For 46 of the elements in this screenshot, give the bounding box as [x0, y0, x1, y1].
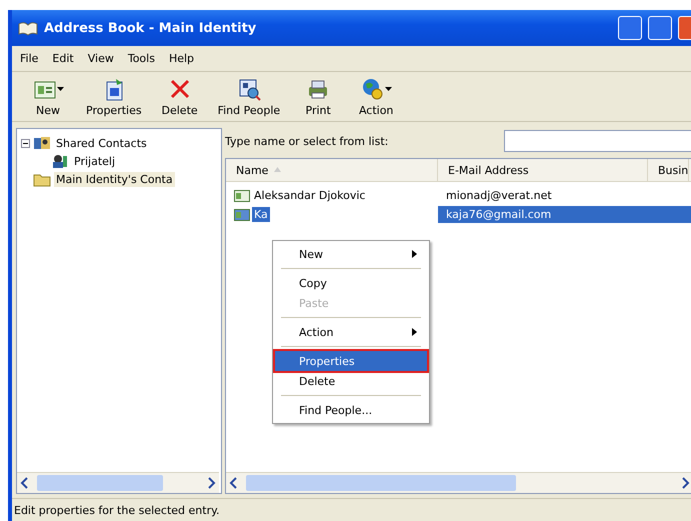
email-cell: kaja76@gmail.com [438, 206, 691, 223]
tree-item[interactable]: Main Identity's Conta [54, 172, 175, 186]
menu-item[interactable]: Edit [52, 52, 74, 65]
toolbar-button[interactable]: Find People [212, 77, 286, 117]
column-header[interactable]: Busin [648, 159, 690, 181]
sort-icon [274, 167, 282, 173]
menu-item[interactable]: New [275, 244, 427, 264]
group-icon [51, 153, 69, 169]
column-header[interactable]: E-Mail Address [438, 159, 648, 181]
menu-item[interactable]: Action [275, 322, 427, 342]
menu-item[interactable]: Copy [275, 273, 427, 293]
menu-item[interactable]: Help [168, 52, 194, 65]
horizontal-scrollbar[interactable] [226, 472, 691, 493]
horizontal-scrollbar[interactable] [17, 472, 219, 493]
menu-item[interactable]: View [88, 52, 114, 65]
menu-item[interactable]: Find People... [275, 400, 427, 420]
contact-card-icon [234, 208, 250, 220]
collapse-icon[interactable] [21, 138, 30, 148]
tree-item[interactable]: Shared Contacts [54, 136, 149, 150]
status-text: Edit properties for the selected entry. [14, 504, 220, 516]
book-icon [18, 20, 38, 36]
contact-card-icon [234, 190, 250, 202]
search-field[interactable] [504, 130, 691, 152]
column-header[interactable]: Name [226, 159, 438, 181]
minimize-button[interactable] [618, 16, 642, 40]
menu-item[interactable]: File [20, 52, 38, 65]
toolbar-icon [236, 77, 261, 101]
search-label: Type name or select from list: [225, 134, 388, 148]
contact-name[interactable]: Aleksandar Djokovic [252, 188, 368, 203]
menu-item[interactable]: Delete [275, 371, 427, 391]
menu-item[interactable]: Properties [275, 351, 427, 371]
tree-item[interactable]: Prijatelj [72, 154, 118, 168]
maximize-button[interactable] [648, 16, 672, 40]
menu-item[interactable]: Tools [128, 52, 155, 65]
contacts-icon [33, 135, 51, 151]
scroll-thumb[interactable] [246, 475, 516, 491]
contact-name[interactable]: Ka [252, 207, 270, 222]
toolbar-button[interactable]: Print [292, 77, 344, 117]
window-title: Address Book - Main Identity [44, 20, 258, 36]
toolbar-icon [360, 77, 385, 101]
toolbar-button[interactable]: Action [350, 77, 402, 117]
scroll-thumb[interactable] [37, 475, 163, 491]
toolbar-button[interactable]: Delete [154, 77, 206, 117]
toolbar-button[interactable]: Properties [80, 77, 148, 117]
toolbar-button[interactable]: New [22, 77, 74, 117]
email-cell-text: mionadj@verat.net [445, 188, 553, 204]
